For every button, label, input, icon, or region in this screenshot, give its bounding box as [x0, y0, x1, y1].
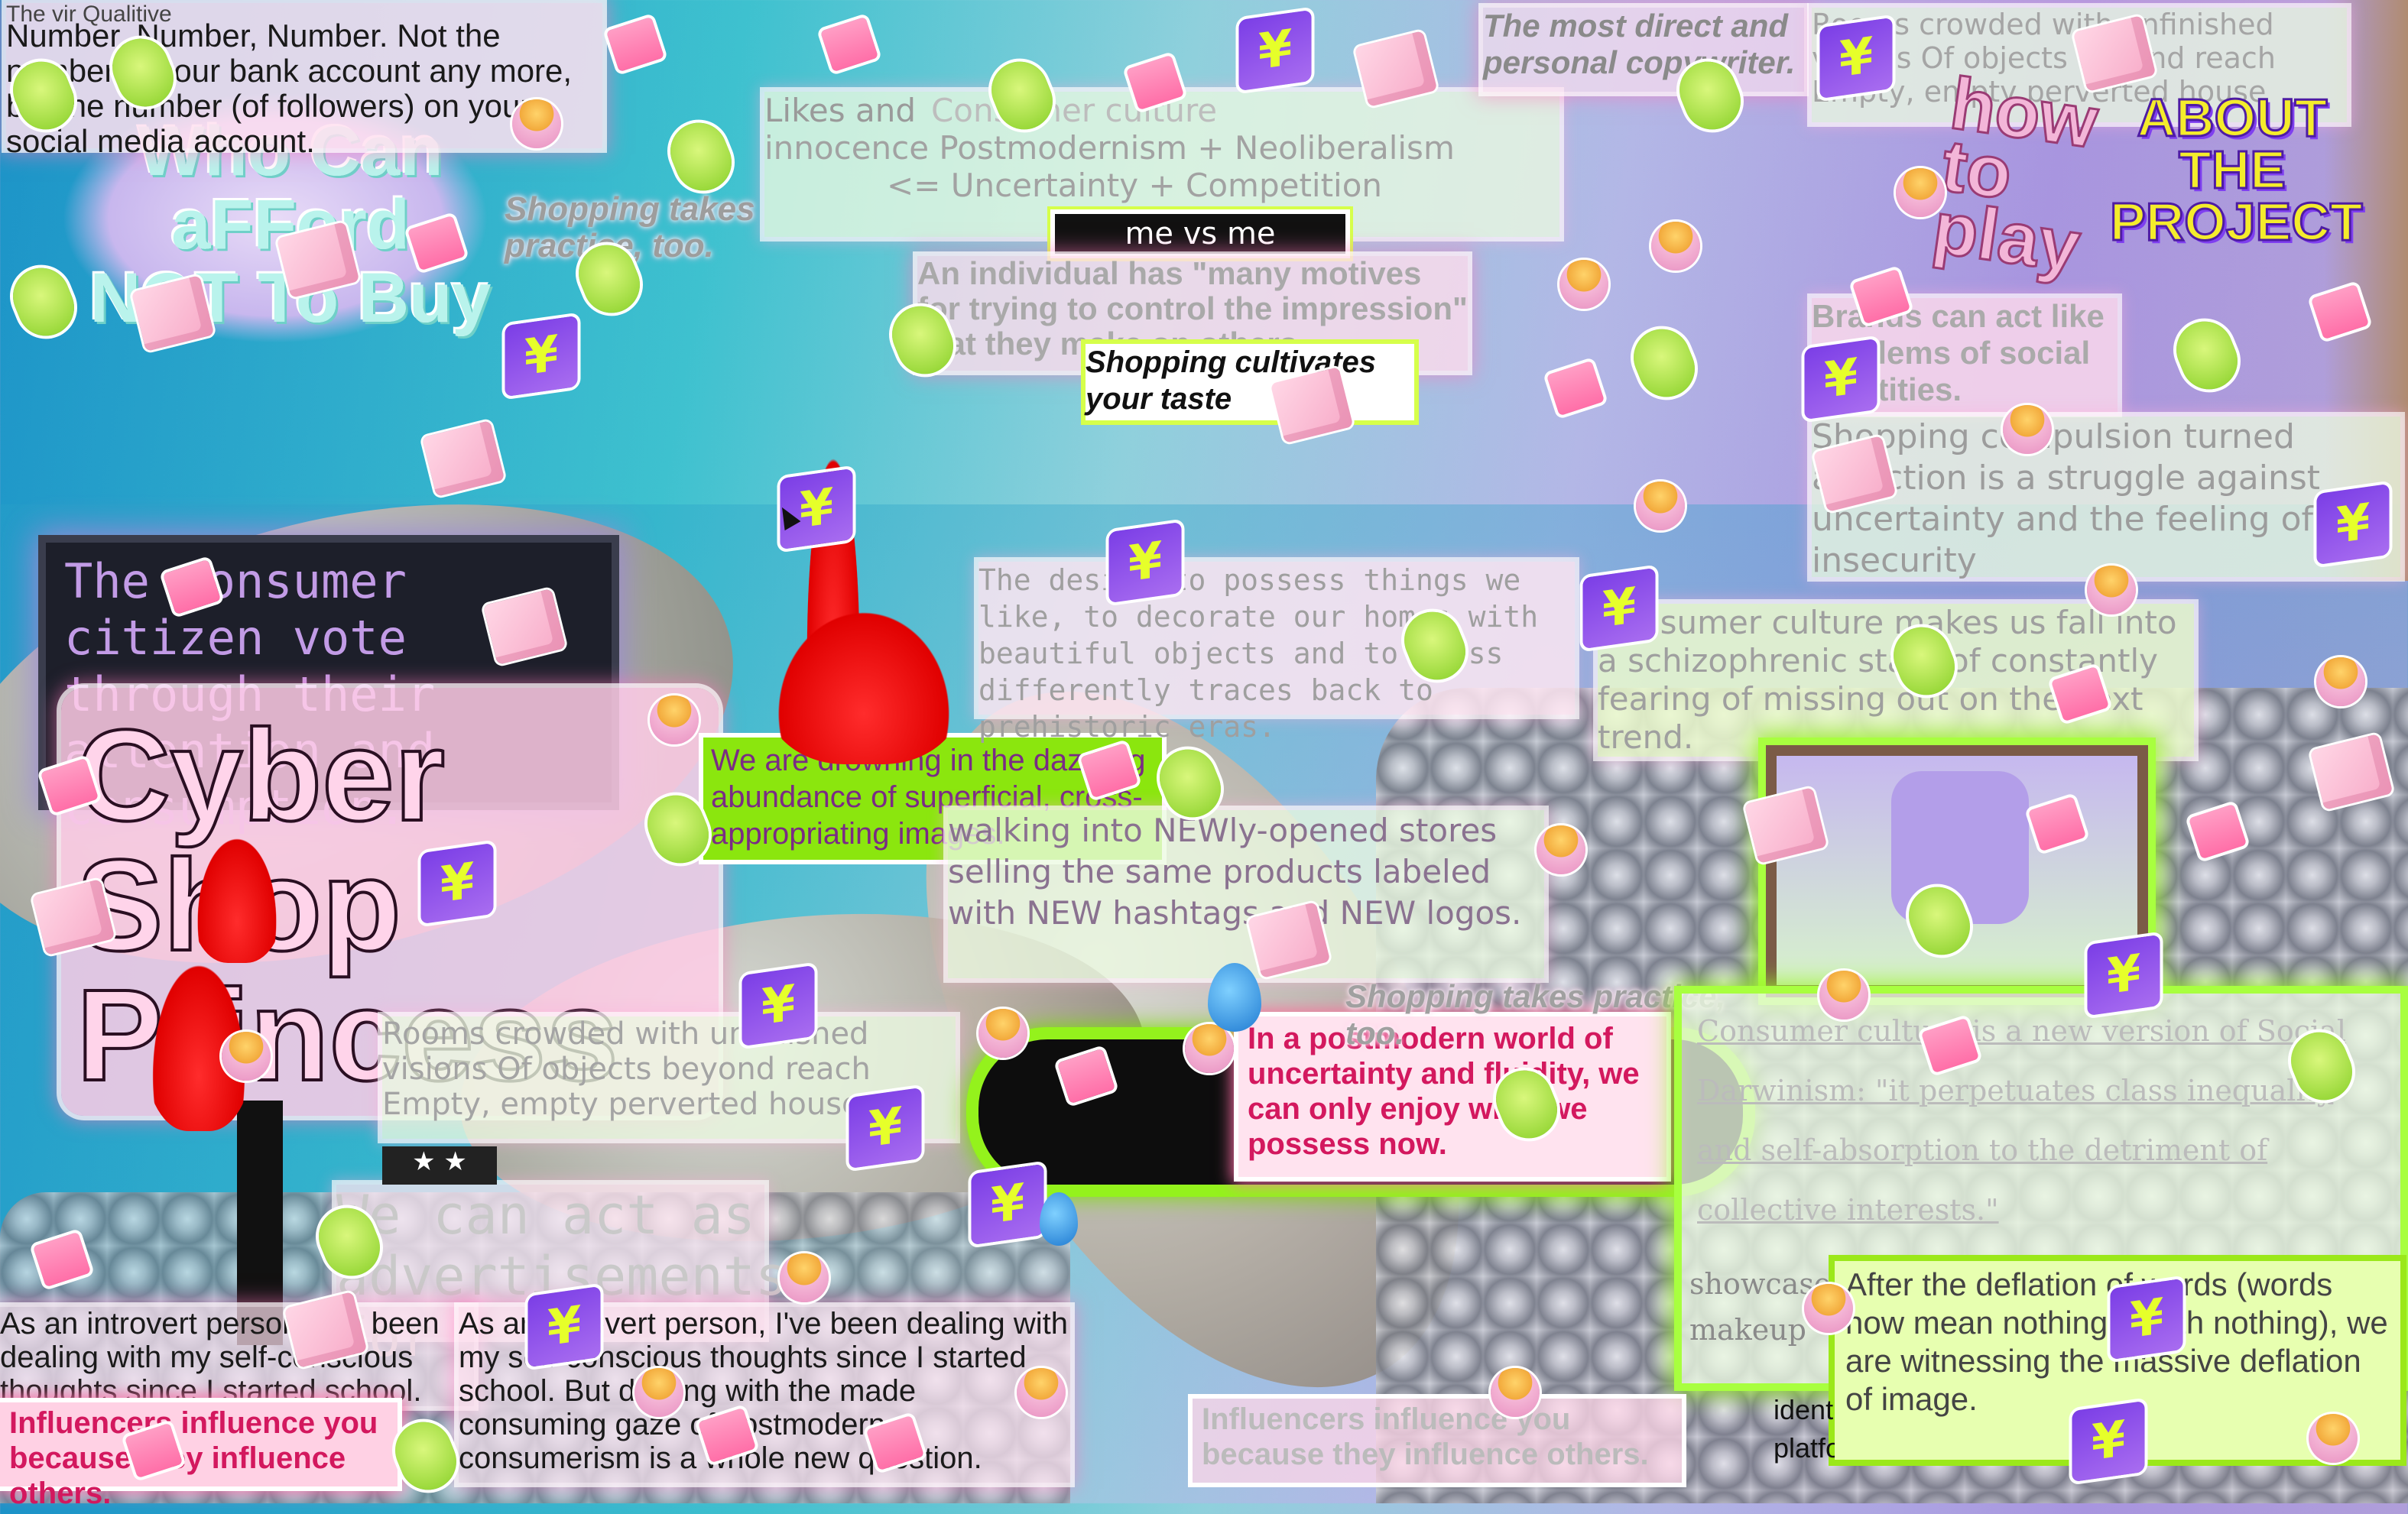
shopping-cultivates: Shopping cultivates your taste: [1086, 345, 1377, 416]
shopping-cart-icon: [605, 16, 665, 73]
yen-sticker-icon: ¥: [420, 842, 494, 925]
likes-line1: Likes and: [764, 92, 916, 129]
yen-sticker-icon: ¥: [1804, 338, 1877, 420]
introvert-box-1: As an introvert person, I've been dealin…: [0, 1307, 474, 1441]
about-project-link[interactable]: ABOUT THE PROJECT: [2109, 90, 2364, 250]
yen-sticker-icon: ¥: [2072, 1400, 2145, 1483]
shopping-cart-icon: [1546, 360, 1605, 417]
tv-screen: [1777, 756, 2137, 985]
tamagotchi-icon: [1624, 320, 1704, 406]
darwinism-text: Consumer culture is a new version of Soc…: [1697, 1014, 2346, 1227]
shopping-cart-icon: [819, 16, 879, 73]
consumer-fall-text: Consumer culture makes us fall into a sc…: [1598, 604, 2177, 756]
meditating-person-icon: [1559, 260, 1608, 309]
yen-sticker-icon: ¥: [742, 964, 815, 1047]
tamagotchi-icon: [661, 114, 741, 199]
shopping-practice-note-2: Shopping takes practice, too.: [1345, 978, 1726, 1051]
walking-text: walking into NEWly-opened stores selling…: [948, 812, 1522, 932]
package-box-icon: [421, 420, 505, 497]
yen-sticker-icon: ¥: [2087, 934, 2160, 1016]
yen-sticker-icon: ¥: [2110, 1278, 2183, 1360]
meditating-person-icon: [1185, 1024, 1234, 1073]
meditating-person-icon: [1491, 1368, 1540, 1417]
meditating-person-icon: [1896, 168, 1945, 217]
meditating-person-icon: [2309, 1414, 2358, 1463]
cyber-title-line1: Cyber Shop: [75, 703, 446, 972]
meditating-person-icon: [1537, 825, 1585, 874]
meditating-person-icon: [512, 99, 561, 148]
most-direct-box: The most direct and personal copywriter.: [1483, 8, 1804, 92]
consumer-fall-box: Consumer culture makes us fall into a sc…: [1598, 604, 2194, 757]
about-project-label: ABOUT THE PROJECT: [2109, 88, 2364, 251]
meditating-person-icon: [650, 695, 699, 744]
desire-text: The desire to possess things we like, to…: [978, 563, 1539, 744]
yen-sticker-icon: ¥: [849, 1087, 922, 1169]
influencers-text-2: Influencers influence you because they i…: [1202, 1402, 1649, 1471]
star-icon-1: ★: [412, 1146, 436, 1177]
meditating-person-icon: [1636, 481, 1685, 530]
compulsion-box: Shopping compulsion turned addiction is …: [1812, 417, 2400, 580]
followers-body: Number, Number, Number. Not the number i…: [6, 18, 573, 159]
tamagotchi-icon: [2167, 313, 2247, 398]
likes-line2: innocence Postmodernism + Neoliberalism: [764, 129, 1455, 167]
meditating-person-icon: [2003, 405, 2052, 454]
yen-sticker-icon: ¥: [1238, 9, 1312, 92]
star-badge: ★ ★: [382, 1146, 497, 1185]
yen-sticker-icon: ¥: [1582, 567, 1656, 650]
star-icon-2: ★: [443, 1146, 467, 1177]
showcase-partial: showcase makeup: [1689, 1267, 1832, 1347]
walking-box: walking into NEWly-opened stores selling…: [948, 810, 1544, 978]
yen-sticker-icon: ¥: [527, 1285, 601, 1368]
influencers-text-1: Influencers influence you because they i…: [9, 1406, 378, 1510]
how-to-play-link[interactable]: how to play: [1927, 61, 2137, 289]
likes-line3: <= Uncertainty + Competition: [887, 167, 1383, 204]
how-to-play-label: how to play: [1927, 61, 2104, 289]
meditating-person-icon: [1819, 971, 1868, 1020]
desire-box: The desire to possess things we like, to…: [978, 562, 1575, 744]
yen-sticker-icon: ¥: [2316, 483, 2390, 566]
meditating-person-icon: [1804, 1284, 1853, 1333]
meditating-person-icon: [2316, 657, 2365, 706]
meditating-person-icon: [978, 1009, 1027, 1058]
meditating-person-icon: [1017, 1368, 1066, 1417]
flame-icon: [764, 596, 963, 764]
influencers-box-2: Influencers influence you because they i…: [1193, 1399, 1682, 1483]
yen-sticker-icon: ¥: [505, 315, 578, 397]
meditating-person-icon: [1651, 222, 1700, 271]
me-vs-me-banner: me vs me: [1055, 214, 1345, 254]
shopping-cultivates-box: Shopping cultivates your taste: [1086, 344, 1414, 420]
meditating-person-icon: [2087, 566, 2136, 614]
deflation-partial: identity platform color: [1774, 1394, 1835, 1464]
yen-sticker-icon: ¥: [1819, 17, 1893, 99]
flame-icon: [191, 825, 283, 963]
meditating-person-icon: [780, 1253, 829, 1302]
compulsion-text: Shopping compulsion turned addiction is …: [1812, 417, 2321, 580]
yen-sticker-icon: ¥: [971, 1163, 1044, 1246]
most-direct-text: The most direct and personal copywriter.: [1483, 8, 1796, 80]
meditating-person-icon: [634, 1368, 683, 1417]
meditating-person-icon: [222, 1032, 271, 1081]
influencers-box-1: Influencers influence you because they i…: [0, 1402, 398, 1510]
yen-sticker-icon: ¥: [1108, 521, 1182, 604]
me-vs-me-text: me vs me: [1124, 216, 1276, 251]
